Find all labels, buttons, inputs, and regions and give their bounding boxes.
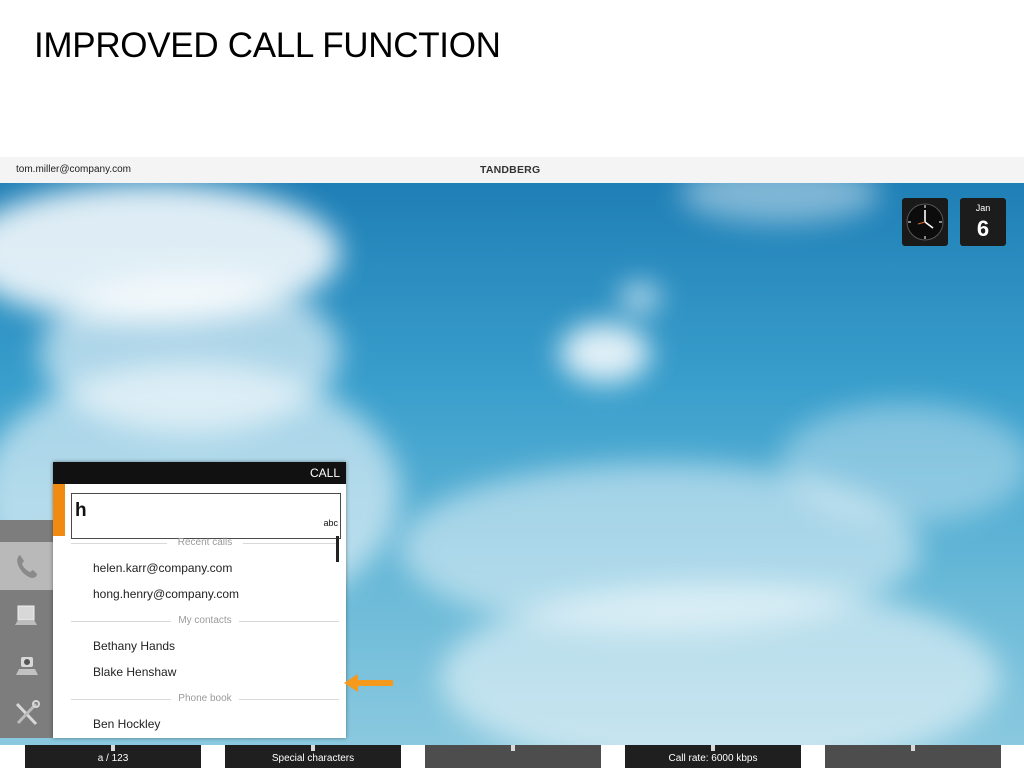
call-search-value: h [75,500,87,521]
user-address: tom.miller@company.com [16,164,131,175]
suggestion-list: Recent calls helen.karr@company.com hong… [71,537,339,737]
softkey-label: a / 123 [97,753,129,764]
list-item[interactable]: helen.karr@company.com [93,561,232,575]
arrow-left-icon [344,674,393,692]
sidebar-item-settings[interactable] [0,690,54,738]
input-focus-indicator [53,484,65,536]
list-scrollbar[interactable] [336,536,339,562]
call-panel-title: CALL [309,466,340,480]
sidebar-item-camera[interactable] [0,642,54,690]
list-item[interactable]: hong.henry@company.com [93,587,239,601]
sidebar-item-presentation[interactable] [0,592,54,640]
sidebar-item-call[interactable] [0,542,54,590]
clock-widget [902,198,948,246]
brand-logo: TANDBERG [480,164,541,176]
top-bar: tom.miller@company.com TANDBERG [0,157,1024,184]
softkey-empty-5[interactable] [825,745,1001,768]
call-panel: CALL h abc Recent calls helen.karr@compa… [53,462,346,738]
slide-title: IMPROVED CALL FUNCTION [34,26,501,65]
list-item[interactable]: Bethany Hands [93,639,175,653]
clock-icon [906,203,944,241]
softkey-call-rate[interactable]: Call rate: 6000 kbps [625,745,801,768]
softkey-abc-123[interactable]: a / 123 [25,745,201,768]
softkey-label: Call rate: 6000 kbps [668,753,758,764]
date-month: Jan [975,203,991,213]
call-panel-header: CALL [53,462,346,484]
camera-icon [16,657,38,675]
input-mode-indicator[interactable]: abc [323,518,338,528]
phone-icon [17,555,37,578]
laptop-icon [15,605,37,625]
section-my-contacts: My contacts [71,615,339,629]
softkey-empty-3[interactable] [425,745,601,768]
list-item[interactable]: Ben Hockley [93,717,160,731]
date-day: 6 [976,216,990,241]
softkey-label: Special characters [271,753,355,764]
list-item[interactable]: Blake Henshaw [93,665,176,679]
softkey-special-characters[interactable]: Special characters [225,745,401,768]
call-search-input[interactable]: h abc [71,493,341,539]
section-phone-book: Phone book [71,693,339,707]
tools-icon [15,700,40,726]
date-widget: Jan 6 [960,198,1006,246]
sidebar [0,520,54,738]
section-recent-calls: Recent calls [71,537,339,551]
